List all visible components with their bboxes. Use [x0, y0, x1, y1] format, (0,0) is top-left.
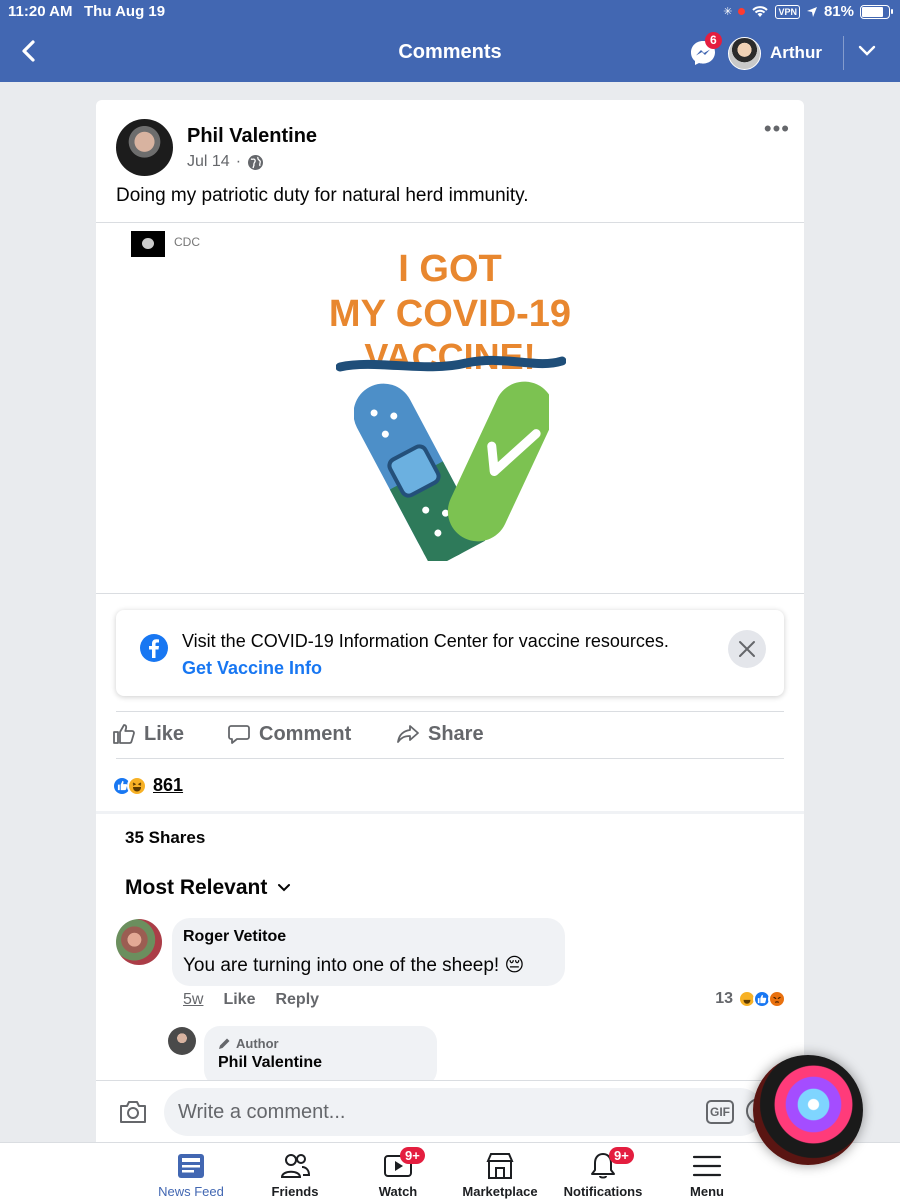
sort-label: Most Relevant [125, 876, 268, 899]
info-box-text: Visit the COVID-19 Information Center fo… [182, 631, 669, 651]
header-divider [843, 36, 844, 70]
reaction-count[interactable]: 861 [153, 775, 183, 796]
watch-badge: 9+ [400, 1147, 425, 1164]
vpn-indicator: VPN [775, 4, 800, 19]
post-image[interactable]: CDC I GOT MY COVID-19 VACCINE! [96, 222, 804, 594]
bandage-check-icon [354, 381, 549, 561]
comment-composer: GIF [96, 1080, 804, 1142]
nav-label: News Feed [158, 1184, 224, 1199]
nav-label: Notifications [563, 1184, 643, 1199]
more-options-icon[interactable]: ••• [764, 118, 790, 140]
reply-author-name[interactable]: Phil Valentine [218, 1054, 322, 1072]
nav-label: Friends [271, 1184, 319, 1199]
image-source: CDC [174, 235, 200, 249]
comment-text: You are turning into one of the sheep! 😔 [183, 955, 525, 976]
status-indicators: ✳ VPN 81% [723, 3, 893, 20]
covid-info-box: Visit the COVID-19 Information Center fo… [116, 610, 784, 696]
marketplace-icon [486, 1153, 514, 1179]
post-text: Doing my patriotic duty for natural herd… [116, 185, 529, 206]
section-divider [96, 811, 804, 814]
wifi-icon [752, 6, 769, 17]
angry-reaction-icon [768, 990, 786, 1008]
comment-bubble: Roger Vetitoe You are turning into one o… [172, 918, 565, 986]
profile-avatar[interactable] [728, 37, 761, 70]
reply-bubble: Author Phil Valentine [204, 1026, 437, 1086]
comment-sort-button[interactable]: Most Relevant [125, 876, 291, 900]
reply-author-avatar[interactable] [168, 1027, 196, 1055]
camera-icon[interactable] [118, 1098, 148, 1126]
status-date: Thu Aug 19 [84, 3, 166, 20]
post-card: Phil Valentine Jul 14 · ••• Doing my pat… [96, 100, 804, 1200]
commenter-name[interactable]: Roger Vetitoe [183, 928, 286, 946]
nav-label: Marketplace [462, 1184, 538, 1199]
image-text-line2: MY COVID-19 [328, 293, 572, 335]
comment-reply-button[interactable]: Reply [275, 991, 319, 1009]
strike-scribble [336, 355, 566, 372]
comment-time[interactable]: 5w [183, 991, 203, 1009]
comment-label: Comment [259, 722, 352, 745]
bottom-navigation: News Feed Friends 9+ Watch Marketplace 9… [0, 1142, 900, 1200]
pencil-icon [219, 1038, 230, 1049]
status-time: 11:20 AM [8, 3, 73, 20]
loading-icon: ✳ [723, 6, 733, 18]
nav-friends[interactable]: Friends [235, 1143, 355, 1200]
nav-notifications[interactable]: 9+ Notifications [543, 1143, 663, 1200]
share-icon [397, 725, 419, 743]
facebook-logo-icon [140, 634, 168, 662]
divider-bottom [116, 758, 784, 759]
like-button[interactable]: Like [112, 722, 184, 746]
profile-name[interactable]: Arthur [770, 43, 822, 63]
chevron-down-icon[interactable] [857, 44, 877, 58]
comment-actions: 5w Like Reply [183, 991, 319, 1009]
comment-button[interactable]: Comment [227, 722, 351, 746]
recording-dot-icon [738, 8, 746, 15]
author-badge: Author [218, 1036, 279, 1051]
like-label: Like [144, 722, 185, 745]
status-bar: 11:20 AM Thu Aug 19 ✳ VPN 81% [0, 0, 900, 24]
battery-icon [860, 4, 893, 19]
comment-icon [228, 725, 250, 744]
notifications-badge: 9+ [609, 1147, 634, 1164]
comment-reaction-count: 13 [715, 990, 733, 1007]
menu-icon [692, 1155, 722, 1177]
author-badge-label: Author [236, 1036, 279, 1051]
battery-fill [862, 6, 884, 17]
comment-reactions[interactable]: 13 [715, 990, 786, 1008]
haha-reaction-icon [127, 775, 147, 796]
commenter-avatar[interactable] [116, 919, 162, 965]
messenger-button[interactable]: 6 [688, 32, 722, 68]
reaction-summary[interactable]: 861 [112, 775, 183, 796]
share-label: Share [428, 722, 484, 745]
page-title: Comments [398, 41, 502, 63]
friends-icon [280, 1154, 311, 1178]
nav-marketplace[interactable]: Marketplace [440, 1143, 560, 1200]
siri-orb[interactable] [753, 1055, 863, 1165]
nav-label: Menu [690, 1184, 724, 1199]
news-feed-icon [178, 1154, 204, 1178]
close-info-button[interactable] [728, 630, 766, 668]
share-count[interactable]: 35 Shares [125, 828, 205, 848]
messenger-badge: 6 [705, 32, 722, 49]
image-text-line1: I GOT [398, 248, 502, 290]
battery-percent: 81% [823, 3, 854, 20]
divider-top [116, 711, 784, 712]
comment-input[interactable] [164, 1088, 764, 1136]
post-date[interactable]: Jul 14 [187, 153, 230, 171]
thumbs-up-icon [113, 724, 135, 744]
comment-like-button[interactable]: Like [223, 991, 255, 1009]
author-avatar[interactable] [116, 119, 173, 176]
gif-button[interactable]: GIF [706, 1100, 734, 1124]
chevron-down-icon [278, 884, 291, 892]
top-bar: 11:20 AM Thu Aug 19 ✳ VPN 81% Comments 6… [0, 0, 900, 82]
nav-menu[interactable]: Menu [647, 1143, 767, 1200]
share-button[interactable]: Share [396, 722, 484, 746]
nav-news-feed[interactable]: News Feed [131, 1143, 251, 1200]
globe-icon [248, 154, 264, 170]
close-icon [739, 641, 755, 657]
author-name[interactable]: Phil Valentine [187, 125, 317, 148]
meta-separator: · [235, 153, 242, 170]
location-arrow-icon [806, 6, 817, 17]
post-meta: Jul 14 · [187, 153, 264, 171]
get-vaccine-info-link[interactable]: Get Vaccine Info [182, 658, 322, 679]
